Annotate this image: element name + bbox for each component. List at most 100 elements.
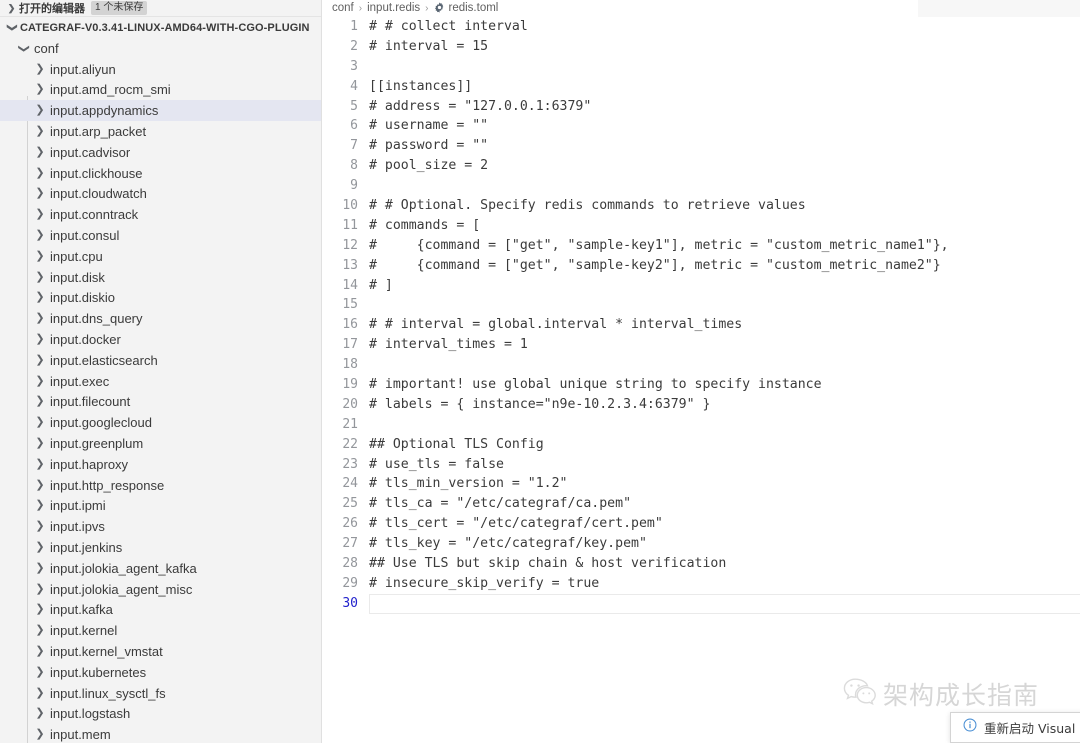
code-line[interactable]: 15 [322,295,1080,315]
code-line-text[interactable]: ## Use TLS but skip chain & host verific… [368,554,1080,574]
tree-item-input-kernel_vmstat[interactable]: ❯input.kernel_vmstat [0,641,321,662]
code-line[interactable]: 13# {command = ["get", "sample-key2"], m… [322,256,1080,276]
chevron-right-icon[interactable]: ❯ [32,272,48,283]
code-line[interactable]: 17# interval_times = 1 [322,335,1080,355]
minimap-strip[interactable] [918,0,1080,17]
code-line[interactable]: 27# tls_key = "/etc/categraf/key.pem" [322,534,1080,554]
code-line[interactable]: 18 [322,355,1080,375]
chevron-right-icon[interactable]: ❯ [32,355,48,366]
breadcrumb-item-file[interactable]: redis.toml [449,2,499,14]
tree-item-input-linux_sysctl_fs[interactable]: ❯input.linux_sysctl_fs [0,683,321,704]
code-line-text[interactable]: # # collect interval [368,17,1080,37]
tree-item-input-logstash[interactable]: ❯input.logstash [0,704,321,725]
code-line-text[interactable]: # commands = [ [368,216,1080,236]
code-line[interactable]: 6# username = "" [322,116,1080,136]
tree-item-input-aliyun[interactable]: ❯input.aliyun [0,59,321,80]
code-line[interactable]: 8# pool_size = 2 [322,156,1080,176]
chevron-right-icon[interactable]: ❯ [32,438,48,449]
chevron-down-icon[interactable]: ❮ [7,20,18,36]
code-line[interactable]: 29# insecure_skip_verify = true [322,574,1080,594]
chevron-right-icon[interactable]: ❯ [32,209,48,220]
code-line[interactable]: 9 [322,176,1080,196]
code-line-text[interactable]: # tls_cert = "/etc/categraf/cert.pem" [368,514,1080,534]
code-line[interactable]: 26# tls_cert = "/etc/categraf/cert.pem" [322,514,1080,534]
chevron-right-icon[interactable]: ❯ [32,521,48,532]
code-line-text[interactable]: # labels = { instance="n9e-10.2.3.4:6379… [368,395,1080,415]
code-line[interactable]: 21 [322,415,1080,435]
code-line[interactable]: 10# # Optional. Specify redis commands t… [322,196,1080,216]
chevron-right-icon[interactable]: ❯ [32,84,48,95]
tree-item-input-cpu[interactable]: ❯input.cpu [0,246,321,267]
chevron-right-icon[interactable]: ❯ [32,500,48,511]
code-line[interactable]: 12# {command = ["get", "sample-key1"], m… [322,236,1080,256]
code-line-text[interactable]: # ] [368,276,1080,296]
chevron-right-icon[interactable]: ❯ [32,542,48,553]
chevron-down-icon[interactable]: ❮ [19,40,30,56]
chevron-right-icon[interactable]: ❯ [32,64,48,75]
tree-item-input-greenplum[interactable]: ❯input.greenplum [0,433,321,454]
code-line-text[interactable]: # {command = ["get", "sample-key1"], met… [368,236,1080,256]
code-line[interactable]: 20# labels = { instance="n9e-10.2.3.4:63… [322,395,1080,415]
tree-item-input-appdynamics[interactable]: ❯input.appdynamics [0,100,321,121]
chevron-right-icon[interactable]: ❯ [32,480,48,491]
chevron-right-icon[interactable]: ❯ [32,126,48,137]
chevron-right-icon[interactable]: ❯ [32,230,48,241]
code-line-text[interactable]: # tls_min_version = "1.2" [368,474,1080,494]
code-line-text[interactable]: # pool_size = 2 [368,156,1080,176]
tree-item-input-jolokia_agent_kafka[interactable]: ❯input.jolokia_agent_kafka [0,558,321,579]
code-line[interactable]: 5# address = "127.0.0.1:6379" [322,97,1080,117]
tree-item-input-haproxy[interactable]: ❯input.haproxy [0,454,321,475]
code-line-text[interactable]: # # Optional. Specify redis commands to … [368,196,1080,216]
tree-item-input-exec[interactable]: ❯input.exec [0,371,321,392]
tree-item-input-mem[interactable]: ❯input.mem [0,724,321,743]
code-line-text[interactable]: ## Optional TLS Config [368,435,1080,455]
code-line[interactable]: 25# tls_ca = "/etc/categraf/ca.pem" [322,494,1080,514]
tree-item-input-ipmi[interactable]: ❯input.ipmi [0,496,321,517]
tree-item-input-cloudwatch[interactable]: ❯input.cloudwatch [0,184,321,205]
tree-item-input-kubernetes[interactable]: ❯input.kubernetes [0,662,321,683]
breadcrumb-item-input-redis[interactable]: input.redis [367,2,420,14]
code-line[interactable]: 16# # interval = global.interval * inter… [322,315,1080,335]
code-line-text[interactable]: [[instances]] [368,77,1080,97]
code-line[interactable]: 28## Use TLS but skip chain & host verif… [322,554,1080,574]
notification-toast[interactable]: 重新启动 Visual S [950,712,1080,743]
tree-item-input-arp_packet[interactable]: ❯input.arp_packet [0,121,321,142]
chevron-right-icon[interactable]: ❯ [32,688,48,699]
code-line-text[interactable]: # interval_times = 1 [368,335,1080,355]
tree-item-input-docker[interactable]: ❯input.docker [0,329,321,350]
code-line[interactable]: 22## Optional TLS Config [322,435,1080,455]
code-line-text[interactable]: # use_tls = false [368,455,1080,475]
chevron-right-icon[interactable]: ❯ [4,4,19,13]
chevron-right-icon[interactable]: ❯ [32,667,48,678]
open-editors-section-header[interactable]: ❯ 打开的编辑器 1 个未保存 [0,0,321,17]
tree-item-input-cadvisor[interactable]: ❯input.cadvisor [0,142,321,163]
chevron-right-icon[interactable]: ❯ [32,563,48,574]
code-line[interactable]: 30 [322,594,1080,614]
code-line[interactable]: 4[[instances]] [322,77,1080,97]
tree-item-input-conntrack[interactable]: ❯input.conntrack [0,204,321,225]
chevron-right-icon[interactable]: ❯ [32,708,48,719]
tree-item-input-kafka[interactable]: ❯input.kafka [0,600,321,621]
chevron-right-icon[interactable]: ❯ [32,417,48,428]
tree-item-input-kernel[interactable]: ❯input.kernel [0,620,321,641]
chevron-right-icon[interactable]: ❯ [32,729,48,740]
chevron-right-icon[interactable]: ❯ [32,292,48,303]
code-line-text[interactable]: # important! use global unique string to… [368,375,1080,395]
breadcrumb-item-conf[interactable]: conf [332,2,354,14]
chevron-right-icon[interactable]: ❯ [32,313,48,324]
workspace-root-row[interactable]: ❮ CATEGRAF-V0.3.41-LINUX-AMD64-WITH-CGO-… [0,17,321,38]
code-line-text[interactable]: # interval = 15 [368,37,1080,57]
code-area[interactable]: 1# # collect interval2# interval = 1534[… [322,17,1080,614]
chevron-right-icon[interactable]: ❯ [32,147,48,158]
code-line-text[interactable]: # username = "" [368,116,1080,136]
code-line-text[interactable]: # tls_ca = "/etc/categraf/ca.pem" [368,494,1080,514]
tree-item-input-dns_query[interactable]: ❯input.dns_query [0,308,321,329]
chevron-right-icon[interactable]: ❯ [32,604,48,615]
code-line[interactable]: 11# commands = [ [322,216,1080,236]
code-line-text[interactable]: # tls_key = "/etc/categraf/key.pem" [368,534,1080,554]
tree-item-input-filecount[interactable]: ❯input.filecount [0,392,321,413]
tree-item-input-jolokia_agent_misc[interactable]: ❯input.jolokia_agent_misc [0,579,321,600]
tree-item-input-diskio[interactable]: ❯input.diskio [0,288,321,309]
chevron-right-icon[interactable]: ❯ [32,376,48,387]
chevron-right-icon[interactable]: ❯ [32,105,48,116]
